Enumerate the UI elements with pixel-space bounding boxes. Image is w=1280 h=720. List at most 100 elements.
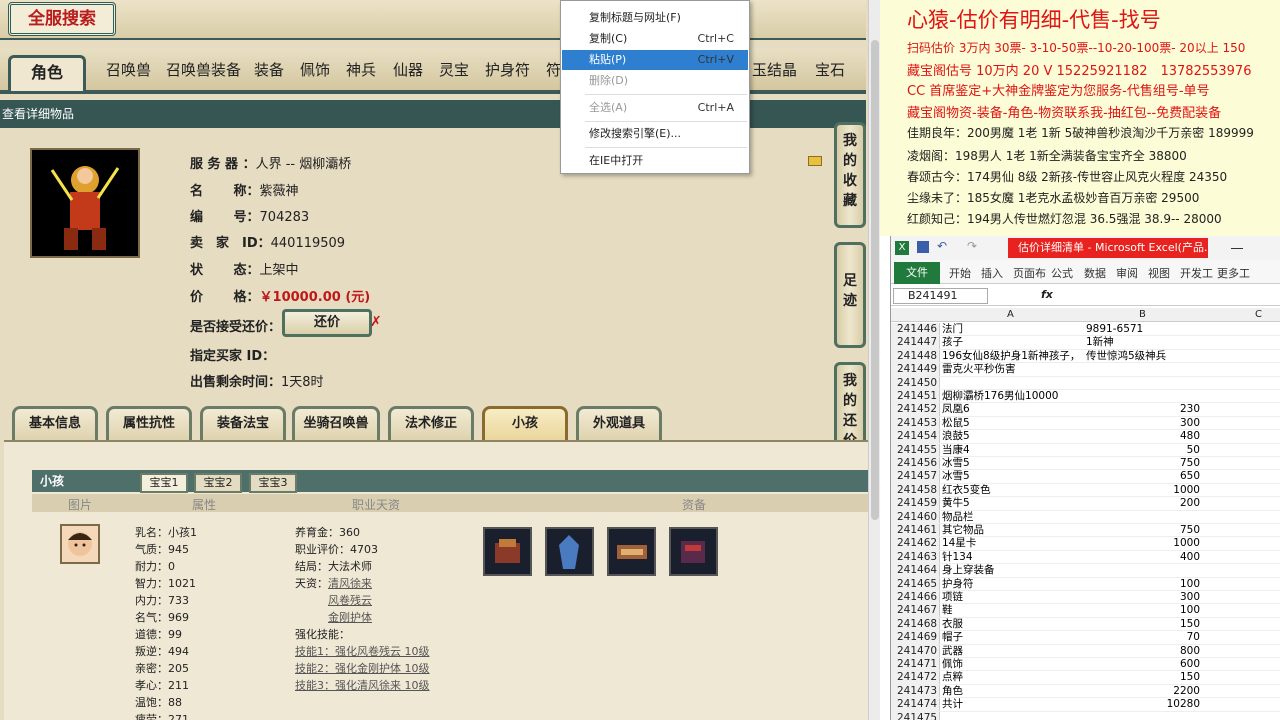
nav-tab-charm[interactable]: 符 — [546, 55, 561, 91]
skill-link-2[interactable]: 技能2：强化金刚护体 10级 — [295, 660, 430, 676]
row-number[interactable]: 241456 — [891, 457, 940, 470]
baby-tab-1[interactable]: 宝宝1 — [140, 473, 188, 493]
row-number[interactable]: 241452 — [891, 403, 940, 416]
cell-a[interactable] — [942, 377, 1084, 389]
row-number[interactable]: 241446 — [891, 323, 940, 336]
fx-icon[interactable]: fx — [1041, 288, 1053, 301]
baby-tab-2[interactable]: 宝宝2 — [194, 473, 242, 493]
cell-b[interactable]: 750 — [1086, 457, 1204, 469]
cell-a[interactable]: 项链 — [942, 591, 1084, 603]
cell-a[interactable]: 松鼠5 — [942, 417, 1084, 429]
row-number[interactable]: 241461 — [891, 524, 940, 537]
cell-a[interactable] — [942, 712, 1084, 720]
cell-b[interactable]: 150 — [1086, 618, 1204, 630]
skill-link-1[interactable]: 技能1：强化风卷残云 10级 — [295, 643, 430, 659]
row-number[interactable]: 241464 — [891, 564, 940, 577]
excel-file-tab[interactable]: 文件 — [894, 262, 940, 284]
row-number[interactable]: 241449 — [891, 363, 940, 376]
minimize-icon[interactable] — [1231, 248, 1243, 249]
menu-change-search-engine[interactable]: 修改搜索引擎(E)... — [562, 124, 748, 144]
row-number[interactable]: 241447 — [891, 336, 940, 349]
row-number[interactable]: 241451 — [891, 390, 940, 403]
cell-b[interactable]: 1新神 — [1086, 336, 1204, 348]
cell-a[interactable]: 物品栏 — [942, 511, 1084, 523]
row-number[interactable]: 241450 — [891, 376, 940, 389]
cell-b[interactable]: 传世惊鸿5级神兵 — [1086, 350, 1204, 362]
row-number[interactable]: 241459 — [891, 497, 940, 510]
equip-slot-4[interactable] — [669, 527, 718, 576]
nav-tab-immortal[interactable]: 仙器 — [393, 55, 423, 91]
tab-spell-correction[interactable]: 法术修正 — [388, 406, 474, 442]
cell-a[interactable]: 浪鼓5 — [942, 430, 1084, 442]
save-icon[interactable] — [917, 241, 929, 253]
nav-tab-divine-weapon[interactable]: 神兵 — [346, 55, 376, 91]
menu-copy-title-url[interactable]: 复制标题与网址(F) — [562, 8, 748, 28]
row-number[interactable]: 241458 — [891, 483, 940, 497]
cell-b[interactable]: 2200 — [1086, 685, 1204, 697]
cell-a[interactable]: 雷克火平秒伤害 — [942, 363, 1084, 375]
cell-b[interactable] — [1086, 390, 1204, 402]
cell-b[interactable]: 1000 — [1086, 484, 1204, 496]
row-number[interactable]: 241470 — [891, 644, 940, 657]
baby-tab-3[interactable]: 宝宝3 — [249, 473, 297, 493]
name-box[interactable]: B241491 — [893, 288, 988, 304]
row-number[interactable]: 241474 — [891, 698, 940, 711]
cell-b[interactable]: 200 — [1086, 497, 1204, 509]
tab-appearance[interactable]: 外观道具 — [576, 406, 662, 442]
ribbon-tab-more[interactable]: 更多工 — [1217, 265, 1250, 281]
row-number[interactable]: 241463 — [891, 550, 940, 564]
cell-b[interactable]: 800 — [1086, 645, 1204, 657]
nav-tab-jade[interactable]: 玉结晶 — [752, 55, 797, 91]
talent-link-3[interactable]: 金刚护体 — [328, 609, 372, 625]
cell-b[interactable]: 300 — [1086, 591, 1204, 603]
ribbon-tab-developer[interactable]: 开发工 — [1180, 265, 1213, 281]
tab-child[interactable]: 小孩 — [482, 406, 568, 442]
row-number[interactable]: 241455 — [891, 443, 940, 456]
menu-delete[interactable]: 删除(D) — [562, 71, 748, 91]
cell-b[interactable]: 750 — [1086, 524, 1204, 536]
skill-link-3[interactable]: 技能3：强化清风徐来 10级 — [295, 677, 430, 693]
footprint-button[interactable]: 足迹 — [834, 242, 866, 348]
row-number[interactable]: 241473 — [891, 684, 940, 698]
row-number[interactable]: 241457 — [891, 470, 940, 483]
cell-a[interactable]: 身上穿装备 — [942, 564, 1084, 576]
bargain-button[interactable]: 还价 — [282, 309, 372, 337]
cell-a[interactable]: 当康4 — [942, 444, 1084, 456]
cell-a[interactable]: 14星卡 — [942, 537, 1084, 549]
cell-b[interactable]: 230 — [1086, 403, 1204, 415]
row-number[interactable]: 241475 — [891, 711, 940, 720]
cell-b[interactable]: 650 — [1086, 470, 1204, 482]
menu-open-in-ie[interactable]: 在IE中打开 — [562, 151, 748, 171]
cell-b[interactable] — [1086, 363, 1204, 375]
menu-select-all[interactable]: 全选(A) Ctrl+A — [562, 98, 748, 118]
row-number[interactable]: 241471 — [891, 658, 940, 671]
nav-tab-accessory[interactable]: 佩饰 — [300, 55, 330, 91]
cell-b[interactable] — [1086, 712, 1204, 720]
folder-icon[interactable] — [808, 156, 822, 166]
equip-slot-1[interactable] — [483, 527, 532, 576]
nav-tab-summon[interactable]: 召唤兽 — [106, 55, 151, 91]
tab-equipment[interactable]: 装备法宝 — [200, 406, 286, 442]
nav-tab-role[interactable]: 角色 — [8, 55, 87, 91]
cell-a[interactable]: 佩饰 — [942, 658, 1084, 670]
row-number[interactable]: 241468 — [891, 617, 940, 631]
ribbon-tab-layout[interactable]: 页面布 — [1013, 265, 1046, 281]
tab-attributes[interactable]: 属性抗性 — [106, 406, 192, 442]
cell-b[interactable]: 100 — [1086, 604, 1204, 616]
row-number[interactable]: 241467 — [891, 604, 940, 617]
ribbon-tab-view[interactable]: 视图 — [1148, 265, 1170, 281]
row-number[interactable]: 241462 — [891, 537, 940, 550]
cell-a[interactable]: 武器 — [942, 645, 1084, 657]
column-header-c[interactable]: C — [1255, 309, 1262, 320]
undo-icon[interactable]: ↶ — [937, 239, 947, 253]
cell-a[interactable]: 其它物品 — [942, 524, 1084, 536]
cell-b[interactable]: 50 — [1086, 444, 1204, 456]
talent-link-2[interactable]: 风卷残云 — [328, 592, 372, 608]
cell-a[interactable]: 黄牛5 — [942, 497, 1084, 509]
cell-b[interactable] — [1086, 377, 1204, 389]
cell-b[interactable] — [1086, 511, 1204, 523]
ribbon-tab-formulas[interactable]: 公式 — [1051, 265, 1073, 281]
ribbon-tab-data[interactable]: 数据 — [1084, 265, 1106, 281]
equip-slot-3[interactable] — [607, 527, 656, 576]
cell-a[interactable]: 共计 — [942, 698, 1084, 710]
